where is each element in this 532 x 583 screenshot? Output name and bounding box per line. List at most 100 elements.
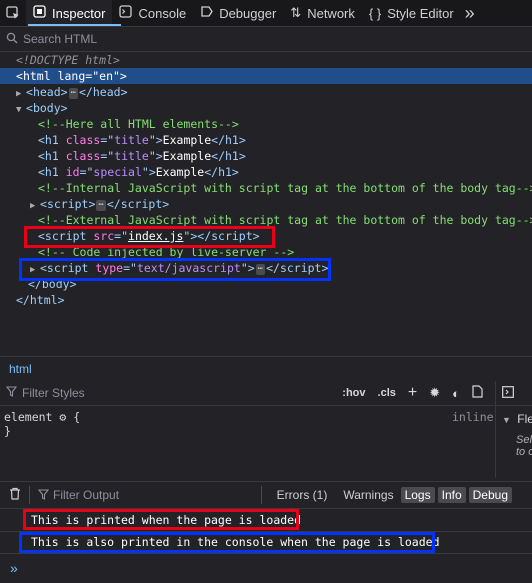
breadcrumb: html <box>0 356 532 382</box>
filter-styles-input[interactable]: Filter Styles <box>22 386 85 400</box>
tab-inspector[interactable]: Inspector <box>26 0 113 26</box>
debugger-icon <box>200 5 213 21</box>
debug-filter-button[interactable]: Debug <box>468 487 512 503</box>
doctype-text: <!DOCTYPE html> <box>16 53 120 67</box>
tab-inspector-label: Inspector <box>52 5 106 21</box>
inline-source-label: inline <box>452 410 494 424</box>
tab-console[interactable]: Console <box>112 0 193 26</box>
blue-highlight-box <box>19 258 331 281</box>
selected-tab-indicator <box>28 24 121 26</box>
toolbar-separator <box>260 486 262 504</box>
h1-node[interactable]: <h1 class="title">Example</h1> <box>38 132 246 148</box>
script-close-tag: script <box>120 197 163 211</box>
head-tag: head <box>32 85 61 99</box>
body-node[interactable]: ▼ <body> <box>16 100 68 116</box>
head-close-tag: head <box>92 85 121 99</box>
flexbox-hint-line-1: Sel <box>516 434 532 446</box>
flexbox-label: Fle <box>517 412 532 426</box>
comment-text: <!--Internal JavaScript with script tag … <box>38 181 532 195</box>
chevron-double-right-icon: » <box>464 2 475 23</box>
filter-icon <box>37 488 50 503</box>
inspector-icon <box>33 5 46 21</box>
h1-node[interactable]: <h1 id="special">Example</h1> <box>38 164 239 180</box>
head-node[interactable]: ▶ <head> ⋯ </head> <box>16 84 128 100</box>
network-icon: ⇅ <box>290 5 302 20</box>
filter-icon <box>5 386 18 400</box>
h1-text: Example <box>162 133 212 147</box>
html-tag: html <box>22 69 51 83</box>
tab-style-editor-label: Style Editor <box>387 5 454 21</box>
h1-attr: class <box>65 149 101 163</box>
collapse-triangle-icon[interactable]: ▼ <box>502 415 511 425</box>
comment-node[interactable]: <!--Internal JavaScript with script tag … <box>38 180 532 196</box>
h1-attr-value: title <box>114 133 149 147</box>
h1-attr: id <box>65 165 80 179</box>
style-editor-icon: { } <box>368 5 382 21</box>
tabs-overflow-button[interactable]: » <box>461 0 479 26</box>
print-media-icon[interactable] <box>472 385 483 401</box>
search-icon <box>6 32 18 47</box>
tab-network[interactable]: ⇅ Network <box>283 0 362 26</box>
element-picker-icon[interactable] <box>0 0 26 26</box>
red-highlight-box <box>23 509 299 530</box>
search-html-input[interactable]: Search HTML <box>23 32 97 46</box>
collapsed-ellipsis-icon[interactable]: ⋯ <box>68 88 78 99</box>
hov-button[interactable]: :hov <box>342 387 365 399</box>
flexbox-hint-line-2: to c <box>516 446 532 458</box>
html-lang-attr: lang <box>57 69 86 83</box>
side-panel-toggle[interactable] <box>496 381 532 406</box>
light-theme-icon[interactable]: ✹ <box>429 385 440 401</box>
collapse-triangle-icon[interactable]: ▼ <box>16 102 26 118</box>
errors-filter-button[interactable]: Errors (1) <box>273 487 332 503</box>
search-html-bar[interactable]: Search HTML <box>0 27 532 52</box>
h1-text: Example <box>162 149 212 163</box>
element-rule[interactable]: element ⚙ { } <box>4 410 80 438</box>
html-close-tag: html <box>29 293 58 307</box>
dark-theme-icon[interactable]: ◐ <box>452 386 460 401</box>
logs-filter-button[interactable]: Logs <box>400 487 435 503</box>
tab-console-label: Console <box>138 5 187 21</box>
sidebar-toggle-icon[interactable] <box>502 385 514 401</box>
element-picker-icon-svg <box>6 6 19 19</box>
tab-debugger-label: Debugger <box>219 5 277 21</box>
console-icon <box>119 5 133 21</box>
toolbar-separator <box>29 486 30 504</box>
rules-toolbar: Filter Styles :hov .cls + ✹ ◐ <box>0 381 495 406</box>
html-close-node[interactable]: </html> <box>16 292 65 308</box>
gear-icon[interactable]: ⚙ <box>59 410 66 424</box>
collapsed-ellipsis-icon[interactable]: ⋯ <box>96 200 106 211</box>
tab-debugger[interactable]: Debugger <box>193 0 283 26</box>
blue-highlight-box <box>19 532 435 553</box>
layout-side-panel: ▼ Fle Sel to c <box>495 381 532 478</box>
add-rule-icon[interactable]: + <box>408 384 417 402</box>
element-selector: element <box>4 410 53 424</box>
comment-node[interactable]: <!--Here all HTML elements--> <box>38 116 239 132</box>
html-lang-value: en <box>99 69 113 83</box>
comment-text: <!--External JavaScript with script tag … <box>38 213 532 227</box>
h1-attr-value: title <box>114 149 149 163</box>
trash-icon[interactable] <box>9 487 21 503</box>
script-tag: script <box>46 197 89 211</box>
warnings-filter-button[interactable]: Warnings <box>339 487 397 503</box>
console-input[interactable]: » <box>0 553 532 583</box>
prompt-chevron-icon: » <box>10 560 18 576</box>
red-highlight-box <box>24 226 275 248</box>
comment-text: <!--Here all HTML elements--> <box>38 117 239 131</box>
tab-network-label: Network <box>307 5 355 21</box>
cls-button[interactable]: .cls <box>378 387 396 399</box>
script-node[interactable]: ▶ <script> ⋯ </script> <box>30 196 169 212</box>
h1-attr-value: special <box>93 165 142 179</box>
flexbox-section[interactable]: ▼ Fle <box>496 412 532 426</box>
devtools-toolbar: Inspector Console Debugger ⇅ Network { }… <box>0 0 532 27</box>
markup-tree: <!DOCTYPE html> <html lang="en"> ▶ <head>… <box>0 52 532 352</box>
breadcrumb-item-html[interactable]: html <box>9 362 32 376</box>
info-filter-button[interactable]: Info <box>437 487 466 503</box>
html-node[interactable]: <html lang="en"> <box>0 68 532 84</box>
body-tag: body <box>32 101 61 115</box>
h1-node[interactable]: <h1 class="title">Example</h1> <box>38 148 246 164</box>
console-toolbar: Filter Output Errors (1) Warnings Logs I… <box>0 481 532 509</box>
doctype-node[interactable]: <!DOCTYPE html> <box>16 52 120 68</box>
tab-style-editor[interactable]: { } Style Editor <box>362 0 461 26</box>
h1-text: Example <box>155 165 205 179</box>
filter-output-input[interactable]: Filter Output <box>53 488 119 502</box>
